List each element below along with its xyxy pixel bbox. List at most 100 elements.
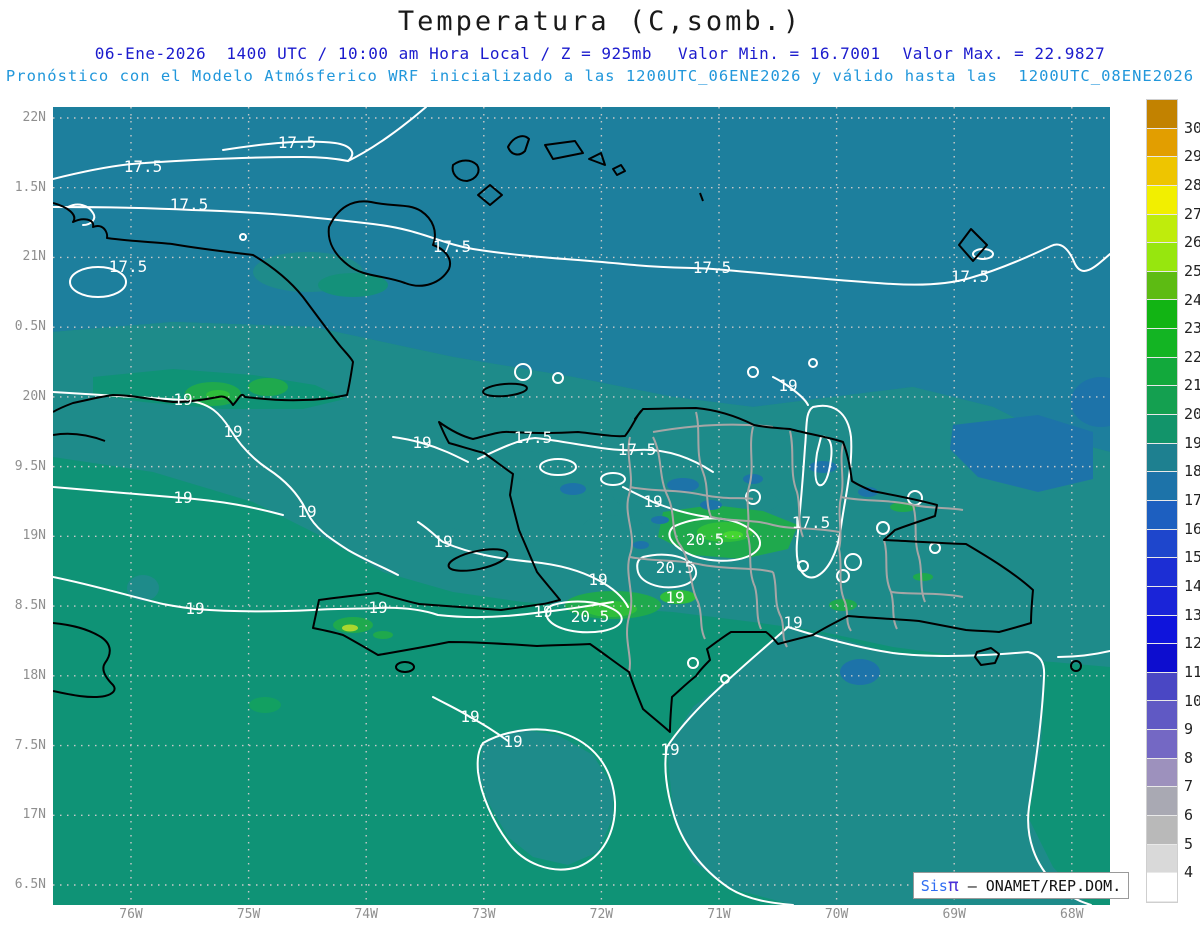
colorbar-tick-label: 15 [1184, 548, 1200, 567]
colorbar-segment [1147, 472, 1177, 501]
weather-map-page: Temperatura (C,somb.) 06-Ene-2026 1400 U… [0, 0, 1200, 927]
lat-tick-label: 19N [22, 528, 46, 544]
forecast-datetime: 06-Ene-2026 1400 UTC / 10:00 am Hora Loc… [94, 44, 652, 63]
colorbar-segment [1147, 329, 1177, 358]
colorbar-tick-label: 28 [1184, 175, 1200, 194]
colorbar-tick-label: 14 [1184, 576, 1200, 595]
colorbar-tick-label: 18 [1184, 462, 1200, 481]
colorbar-tick-label: 19 [1184, 433, 1200, 452]
contour-label: 17.5 [693, 258, 732, 277]
colorbar-segment [1147, 615, 1177, 645]
lat-tick-label: 22N [22, 110, 46, 125]
temperature-shading [53, 107, 1131, 905]
lat-tick-label: 18N [22, 667, 46, 683]
contour-label: 19 [588, 570, 607, 589]
lat-tick-label: 6.5N [14, 876, 46, 892]
contour-label: 19 [665, 588, 684, 607]
colorbar-segment [1147, 758, 1177, 788]
colorbar-segment [1147, 787, 1177, 817]
temperature-contour-map: 17.5 17.5 17.5 17.5 17.5 17.5 17.5 17.5 17.5 17.5… [52, 106, 1131, 906]
sis-logo-text: Sis [920, 876, 948, 895]
contour-label: 20.5 [656, 558, 695, 577]
colorbar-tick-label: 16 [1184, 519, 1200, 538]
model-run-line: Pronóstico con el Modelo Atmósferico WRF… [5, 67, 1195, 85]
contour-label: 17.5 [618, 440, 657, 459]
value-min: Valor Min. = 16.7001 [678, 44, 881, 63]
contour-label: 19 [643, 492, 662, 511]
contour-label: 17.5 [124, 157, 163, 176]
lat-tick-label: 9.5N [14, 458, 46, 474]
contour-label: 17.5 [278, 133, 317, 152]
colorbar-segment [1147, 214, 1177, 244]
colorbar-tick-label: 30 [1184, 118, 1200, 137]
lat-tick-label: 8.5N [14, 598, 46, 614]
lat-tick-label: 21N [22, 249, 46, 265]
colorbar-tick-label: 12 [1184, 634, 1200, 653]
contour-label: 19 [460, 707, 479, 726]
colorbar-segment [1147, 157, 1177, 186]
lon-tick-label: 76W [119, 907, 143, 922]
contour-label: 19 [660, 740, 679, 759]
attribution-text: – ONAMET/REP.DOM. [958, 876, 1122, 895]
colorbar-tick-label: 22 [1184, 347, 1200, 366]
colorbar-tick-label: 17 [1184, 491, 1200, 509]
lon-tick-label: 68W [1060, 907, 1084, 922]
pi-logo-glyph: π [947, 875, 959, 896]
lon-tick-label: 74W [354, 907, 378, 922]
colorbar-tick-label: 6 [1184, 806, 1194, 825]
colorbar-segment [1147, 701, 1177, 731]
temperature-colorbar [1146, 99, 1178, 903]
lon-tick-label: 69W [942, 907, 966, 922]
colorbar-tick-label: 5 [1184, 834, 1194, 853]
colorbar-tick-label: 13 [1184, 605, 1200, 624]
lon-tick-label: 73W [472, 907, 496, 922]
colorbar-segment [1147, 443, 1177, 473]
colorbar-tick-label: 26 [1184, 233, 1200, 252]
forecast-info-line: 06-Ene-2026 1400 UTC / 10:00 am Hora Loc… [0, 44, 1200, 63]
contour-label: 19 [533, 602, 552, 621]
lat-tick-label: 1.5N [14, 179, 46, 195]
colorbar-segment [1147, 586, 1177, 616]
contour-label: 19 [412, 433, 431, 452]
colorbar-tick-label: 9 [1184, 720, 1194, 739]
contour-label: 20.5 [686, 530, 725, 549]
contour-label: 19 [783, 613, 802, 632]
lon-tick-label: 75W [236, 907, 261, 922]
colorbar-segment [1147, 529, 1177, 559]
colorbar-segment [1147, 500, 1177, 530]
colorbar-segment [1147, 844, 1177, 874]
page-title: Temperatura (C,somb.) [397, 6, 803, 37]
colorbar-tick-label: 25 [1184, 261, 1200, 280]
colorbar-segment [1147, 300, 1177, 330]
lat-tick-label: 20N [22, 388, 46, 404]
colorbar-segment [1147, 185, 1177, 215]
colorbar-tick-label: 10 [1184, 691, 1200, 710]
colorbar-segment [1147, 128, 1177, 158]
colorbar-segment [1147, 873, 1177, 902]
contour-label: 19 [503, 732, 522, 751]
contour-label: 19 [185, 599, 204, 618]
contour-label: 19 [173, 488, 192, 507]
attribution-badge: Sis π – ONAMET/REP.DOM. [913, 872, 1129, 899]
contour-label: 17.5 [951, 267, 990, 286]
colorbar-segment [1147, 271, 1177, 301]
colorbar-tick-label: 24 [1184, 290, 1200, 309]
contour-label: 19 [433, 532, 452, 551]
colorbar-segment [1147, 672, 1177, 702]
colorbar-segment [1147, 415, 1177, 444]
lat-tick-label: 0.5N [14, 319, 46, 335]
lon-tick-label: 71W [707, 907, 731, 922]
contour-label: 17.5 [109, 257, 148, 276]
lon-tick-label: 70W [824, 907, 849, 922]
colorbar-tick-label: 11 [1184, 662, 1200, 681]
contour-label: 19 [368, 598, 387, 617]
colorbar-segment [1147, 816, 1177, 845]
colorbar-segment [1147, 558, 1177, 587]
colorbar-tick-label: 23 [1184, 319, 1200, 338]
colorbar-tick-label: 20 [1184, 405, 1200, 424]
lat-tick-label: 7.5N [14, 737, 46, 753]
contour-label: 19 [297, 502, 316, 521]
colorbar-tick-label: 29 [1184, 147, 1200, 166]
lon-tick-label: 72W [589, 907, 614, 922]
value-max: Valor Max. = 22.9827 [902, 44, 1106, 63]
